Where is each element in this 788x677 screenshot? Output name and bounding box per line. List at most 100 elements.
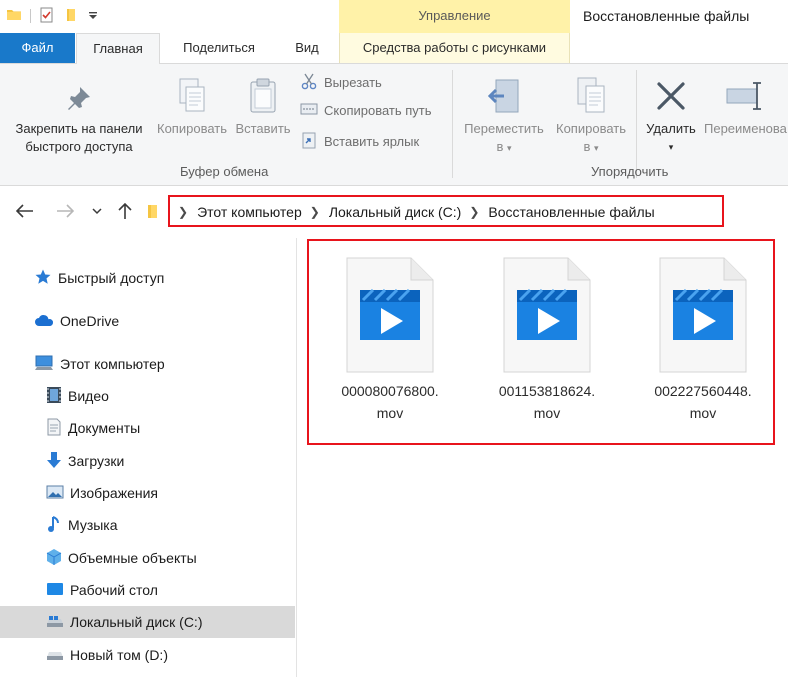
up-arrow-icon [118, 202, 132, 219]
sidebar-item-new-volume-d[interactable]: Новый том (D:) [46, 639, 168, 671]
quick-access-toolbar [6, 6, 99, 26]
sidebar-item-label: Рабочий стол [70, 582, 158, 598]
rename-label: Переименова [704, 121, 787, 136]
clipboard-group-label: Буфер обмена [180, 164, 269, 179]
folder-icon [6, 7, 22, 26]
pin-label-line1: Закрепить на панели [15, 121, 143, 136]
copy-to-icon [549, 72, 633, 120]
breadcrumb-local-disk[interactable]: Локальный диск (C:) [329, 204, 462, 220]
recent-locations-button[interactable] [86, 200, 108, 222]
pin-icon [6, 76, 152, 120]
sidebar-item-this-pc[interactable]: Этот компьютер [34, 348, 165, 380]
copy-button[interactable]: Копировать [150, 72, 234, 138]
delete-icon [640, 72, 702, 120]
sidebar-item-label: Этот компьютер [60, 356, 165, 372]
address-bar[interactable]: ❯ Этот компьютер ❯ Локальный диск (C:) ❯… [168, 195, 724, 227]
copy-label: Копировать [157, 121, 227, 136]
sidebar-item-label: OneDrive [60, 313, 120, 329]
cloud-icon [34, 313, 54, 330]
breadcrumb-this-pc[interactable]: Этот компьютер [197, 204, 302, 220]
ribbon-tabs: Файл Главная Поделиться Вид Средства раб… [0, 33, 788, 64]
forward-button[interactable] [54, 200, 76, 222]
paste-icon [232, 72, 294, 120]
move-to-label-line1: Переместить [464, 121, 544, 136]
file-name: 001153818624. mov [498, 383, 596, 421]
breadcrumb-recovered-files[interactable]: Восстановленные файлы [488, 204, 654, 220]
sidebar-item-label: Объемные объекты [68, 550, 197, 566]
sidebar-item-videos[interactable]: Видео [46, 380, 109, 412]
sidebar-item-3d-objects[interactable]: Объемные объекты [46, 542, 197, 574]
sidebar-item-label: Новый том (D:) [70, 647, 168, 663]
file-item[interactable]: 002227560448. mov [643, 256, 763, 424]
tab-file[interactable]: Файл [0, 33, 75, 63]
file-name: 002227560448. mov [654, 383, 752, 421]
paste-shortcut-label: Вставить ярлык [324, 134, 420, 149]
qat-separator [30, 9, 31, 23]
drive-icon [46, 647, 64, 664]
sidebar-item-local-disk-c[interactable]: Локальный диск (C:) [0, 606, 295, 638]
computer-icon [34, 354, 54, 375]
copy-to-button[interactable]: Копировать в ▾ [549, 72, 633, 157]
sidebar-item-onedrive[interactable]: OneDrive [34, 305, 119, 337]
navigation-pane: Быстрый доступ OneDrive Этот компьютер В… [0, 238, 297, 677]
chevron-right-icon: ❯ [178, 205, 189, 219]
sidebar-item-documents[interactable]: Документы [46, 412, 140, 444]
video-file-icon [330, 256, 450, 374]
move-to-label-line2: в ▾ [496, 139, 512, 154]
document-icon [46, 418, 62, 439]
copy-to-label-line2: в ▾ [583, 139, 599, 154]
tab-picture-tools[interactable]: Средства работы с рисунками [339, 33, 570, 63]
copy-path-button[interactable]: Скопировать путь [300, 102, 432, 119]
rename-button[interactable]: Переименова [702, 72, 788, 138]
video-file-icon [643, 256, 763, 374]
sidebar-item-music[interactable]: Музыка [46, 509, 118, 541]
chevron-right-icon[interactable]: ❯ [310, 205, 320, 219]
delete-button[interactable]: Удалить ▾ [640, 72, 702, 156]
sidebar-item-desktop[interactable]: Рабочий стол [46, 574, 158, 606]
file-name: 000080076800. mov [341, 383, 439, 421]
cut-button[interactable]: Вырезать [300, 72, 382, 93]
tab-share[interactable]: Поделиться [170, 33, 268, 63]
copy-path-icon [300, 102, 318, 119]
delete-dropdown-icon[interactable]: ▾ [640, 138, 702, 156]
chevron-right-icon[interactable]: ❯ [469, 205, 479, 219]
image-icon [46, 485, 64, 502]
customize-qat-icon[interactable] [87, 7, 99, 26]
tab-home[interactable]: Главная [76, 33, 160, 64]
copy-icon [150, 72, 234, 120]
sidebar-item-quick-access[interactable]: Быстрый доступ [34, 262, 164, 294]
forward-arrow-icon [57, 204, 74, 218]
file-item[interactable]: 000080076800. mov [330, 256, 450, 424]
sidebar-item-label: Быстрый доступ [58, 270, 165, 286]
breadcrumb: ❯ Этот компьютер ❯ Локальный диск (C:) ❯… [170, 202, 655, 222]
sidebar-item-label: Видео [68, 388, 109, 404]
organize-group-label: Упорядочить [591, 164, 669, 179]
sidebar-item-downloads[interactable]: Загрузки [46, 445, 124, 477]
new-folder-icon[interactable] [63, 7, 79, 26]
ribbon-group-separator [452, 70, 453, 178]
up-button[interactable] [114, 200, 136, 222]
move-to-button[interactable]: Переместить в ▾ [459, 72, 549, 157]
back-button[interactable] [14, 200, 36, 222]
chevron-down-icon [92, 208, 102, 215]
scissors-icon [300, 72, 318, 93]
ribbon: Закрепить на панели быстрого доступа Коп… [0, 64, 788, 186]
download-icon [46, 451, 62, 472]
file-item[interactable]: 001153818624. mov [487, 256, 607, 424]
drive-icon [46, 614, 64, 631]
ribbon-group-separator [636, 70, 637, 178]
video-file-icon [487, 256, 607, 374]
music-icon [46, 515, 62, 536]
back-arrow-icon [16, 204, 33, 218]
paste-button[interactable]: Вставить [232, 72, 294, 138]
sidebar-item-label: Музыка [68, 517, 118, 533]
tab-view[interactable]: Вид [282, 33, 332, 63]
rename-icon [702, 72, 788, 120]
properties-icon[interactable] [39, 7, 55, 26]
pin-to-quick-access-button[interactable]: Закрепить на панели быстрого доступа [6, 76, 152, 156]
video-icon [46, 386, 62, 407]
sidebar-item-pictures[interactable]: Изображения [46, 477, 158, 509]
sidebar-item-label: Изображения [70, 485, 158, 501]
paste-shortcut-button[interactable]: Вставить ярлык [300, 131, 419, 152]
cube-icon [46, 548, 62, 569]
